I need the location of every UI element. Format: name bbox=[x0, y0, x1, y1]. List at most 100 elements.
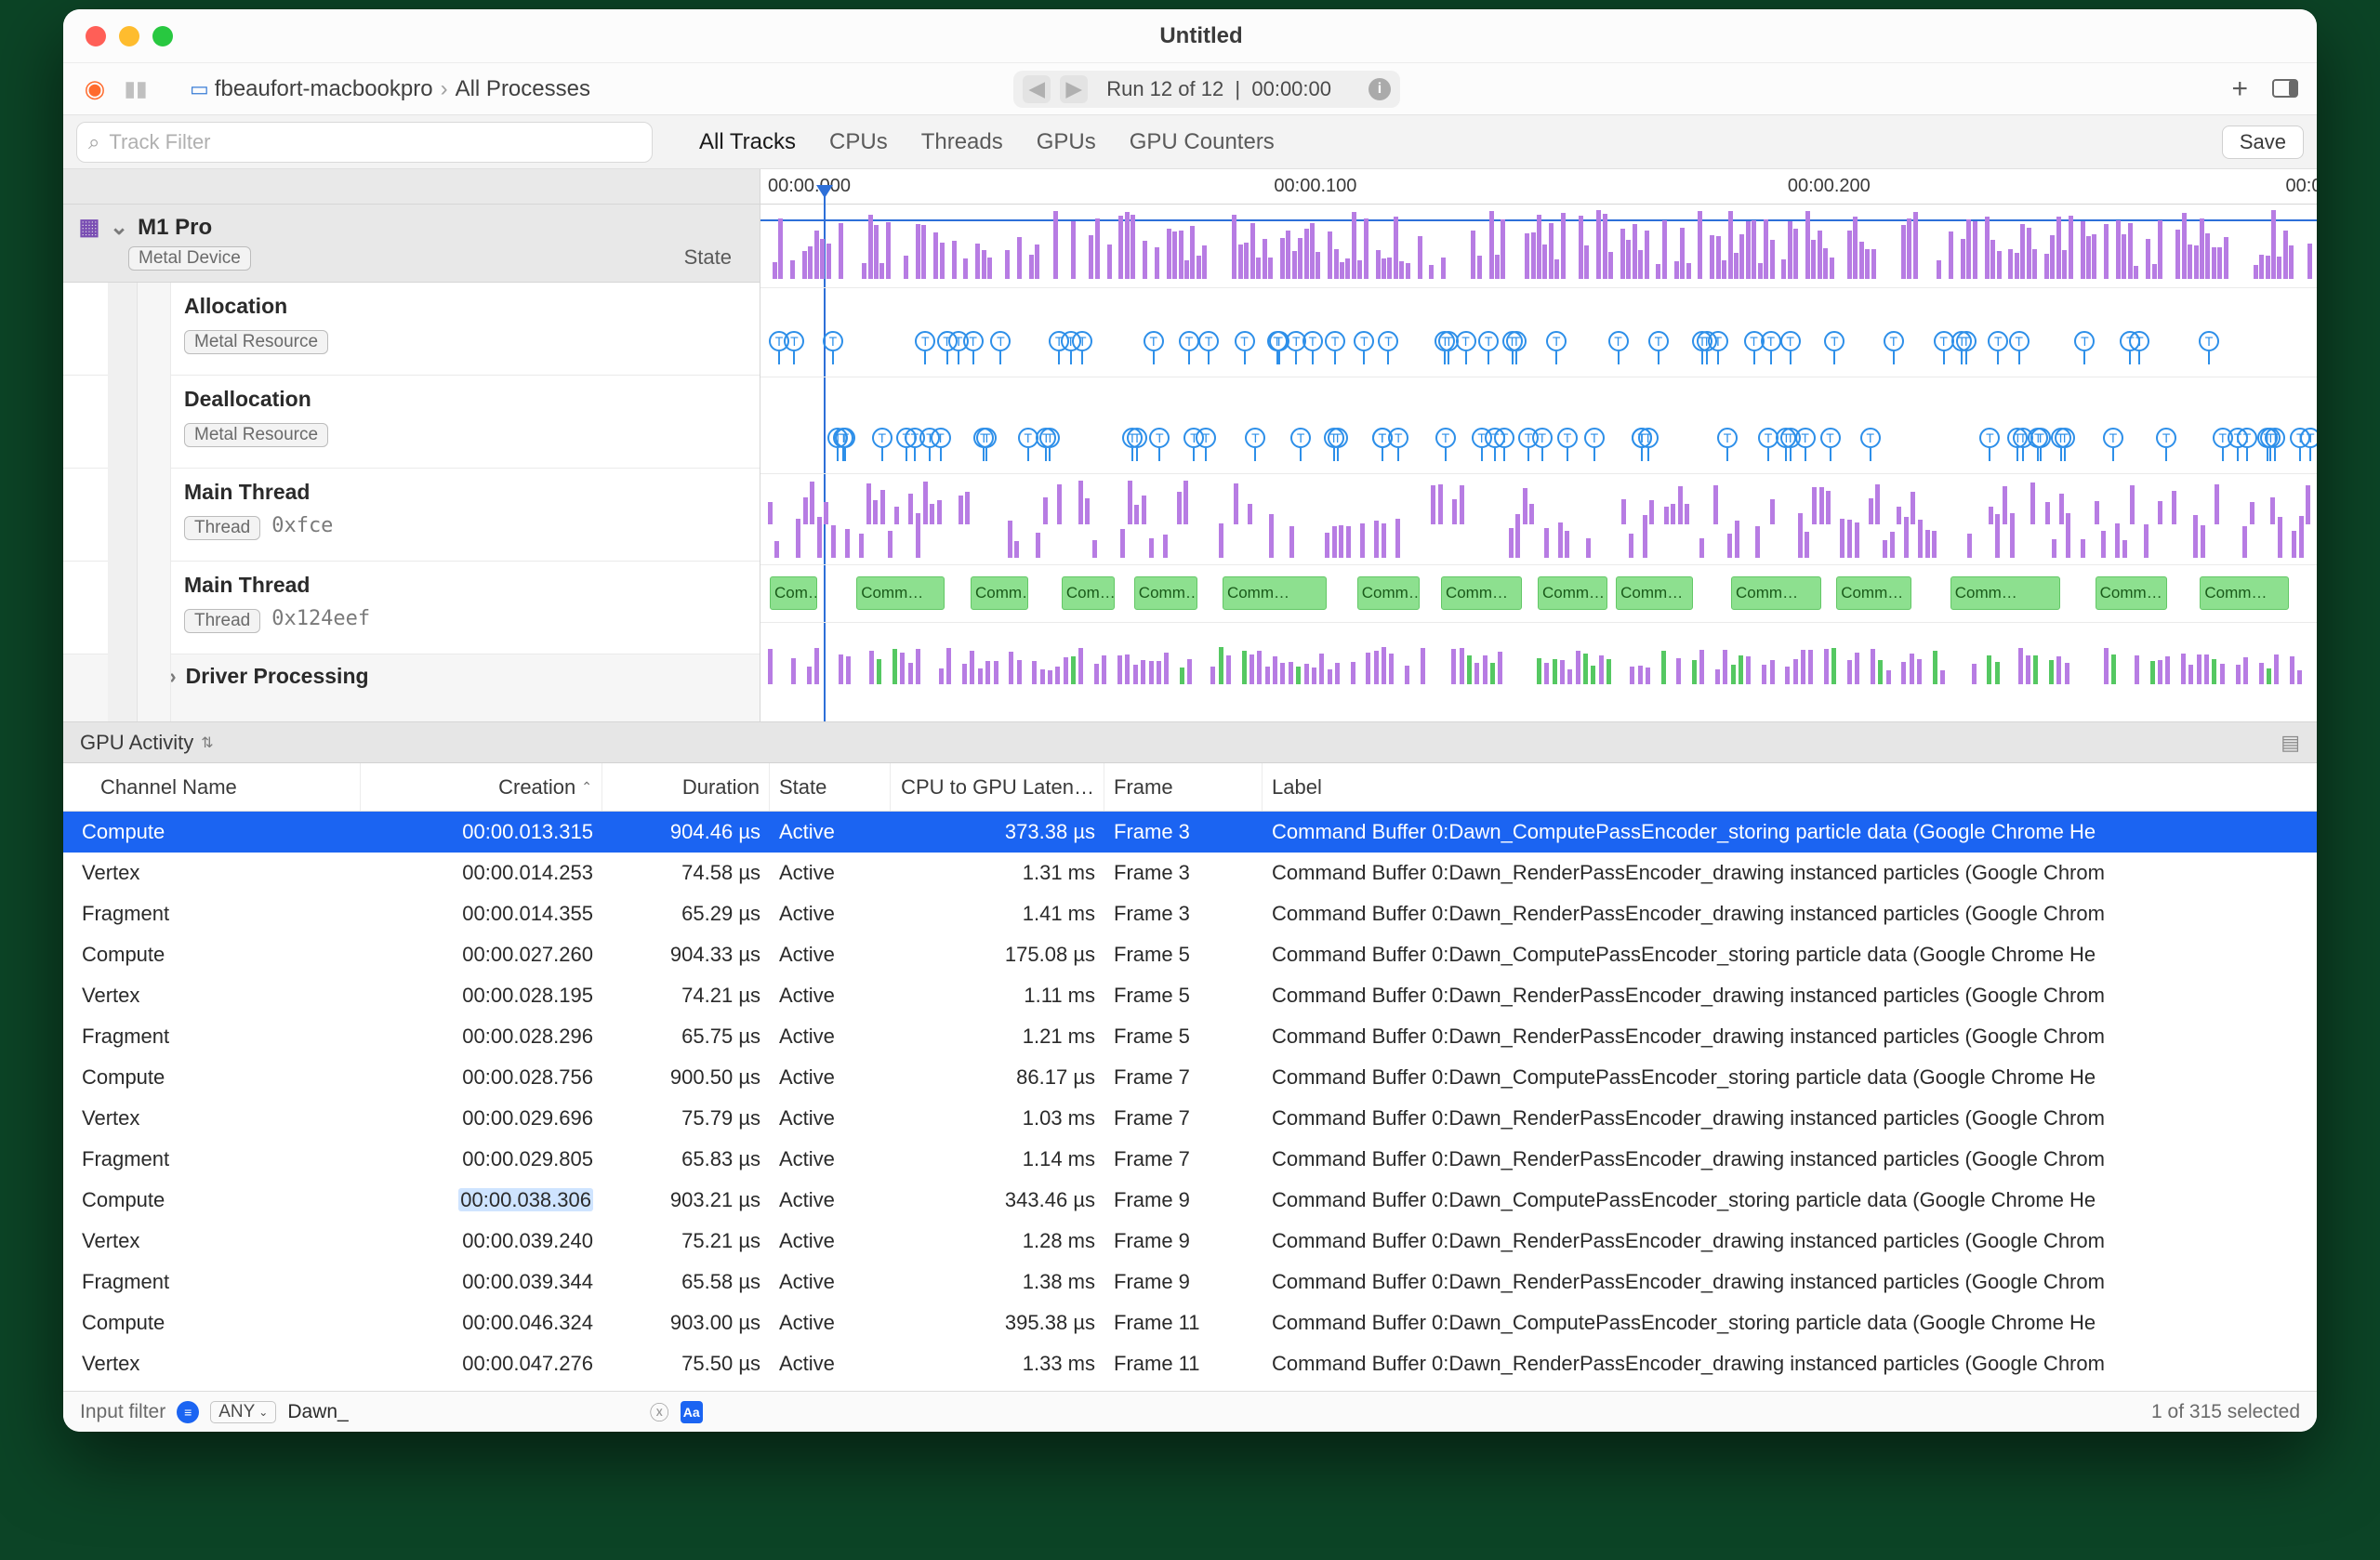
table-row[interactable]: Fragment00:00.029.80565.83 µsActive1.14 … bbox=[63, 1139, 2317, 1180]
event-pin[interactable]: T bbox=[1018, 428, 1038, 448]
command-block[interactable]: Comm… bbox=[1950, 576, 2060, 610]
table-row[interactable]: Compute00:00.027.260904.33 µsActive175.0… bbox=[63, 934, 2317, 975]
event-pin[interactable]: T bbox=[1979, 428, 2000, 448]
event-pin[interactable]: T bbox=[1122, 428, 1143, 448]
event-pin[interactable]: T bbox=[784, 331, 804, 351]
case-toggle[interactable]: Aa bbox=[681, 1401, 703, 1423]
tab-gpus[interactable]: GPUs bbox=[1037, 129, 1096, 155]
event-pin[interactable]: T bbox=[823, 331, 843, 351]
command-block[interactable]: Comm… bbox=[1134, 576, 1198, 610]
zoom-button[interactable] bbox=[152, 26, 173, 46]
event-pin[interactable]: T bbox=[1235, 331, 1255, 351]
table-row[interactable]: Vertex00:00.047.27675.50 µsActive1.33 ms… bbox=[63, 1343, 2317, 1384]
event-pin[interactable]: T bbox=[1761, 331, 1781, 351]
event-pin[interactable]: T bbox=[1290, 428, 1311, 448]
event-pin[interactable]: T bbox=[2009, 331, 2030, 351]
next-run-button[interactable]: ▶ bbox=[1060, 75, 1088, 103]
save-button[interactable]: Save bbox=[2222, 126, 2304, 159]
event-pin[interactable]: T bbox=[1820, 428, 1841, 448]
event-pin[interactable]: T bbox=[990, 331, 1011, 351]
table-row[interactable]: Compute00:00.038.306903.21 µsActive343.4… bbox=[63, 1180, 2317, 1221]
event-pin[interactable]: T bbox=[1648, 331, 1669, 351]
event-pin[interactable]: T bbox=[2074, 331, 2095, 351]
table-row[interactable]: Fragment00:00.014.35565.29 µsActive1.41 … bbox=[63, 893, 2317, 934]
minimize-button[interactable] bbox=[119, 26, 139, 46]
event-pin[interactable]: T bbox=[1506, 331, 1527, 351]
event-pin[interactable]: T bbox=[1388, 428, 1408, 448]
th-duration[interactable]: Duration bbox=[602, 763, 770, 811]
filter-chip-icon[interactable]: ≡ bbox=[177, 1401, 199, 1423]
event-pin[interactable]: T bbox=[1354, 331, 1374, 351]
event-pin[interactable]: T bbox=[1584, 428, 1605, 448]
event-pin[interactable]: T bbox=[1518, 428, 1539, 448]
command-block[interactable]: Comm… bbox=[2200, 576, 2289, 610]
th-frame[interactable]: Frame bbox=[1104, 763, 1263, 811]
event-pin[interactable]: T bbox=[1795, 428, 1816, 448]
th-label[interactable]: Label bbox=[1263, 763, 2307, 811]
table-row[interactable]: Vertex00:00.014.25374.58 µsActive1.31 ms… bbox=[63, 853, 2317, 893]
table-row[interactable]: Fragment00:00.028.29665.75 µsActive1.21 … bbox=[63, 1016, 2317, 1057]
event-pin[interactable]: T bbox=[1824, 331, 1844, 351]
table-row[interactable]: Vertex00:00.028.19574.21 µsActive1.11 ms… bbox=[63, 975, 2317, 1016]
command-block[interactable]: Comm… bbox=[1836, 576, 1911, 610]
command-block[interactable]: Comm… bbox=[1357, 576, 1420, 610]
command-block[interactable]: Com… bbox=[1062, 576, 1115, 610]
event-pin[interactable]: T bbox=[1325, 331, 1345, 351]
command-block[interactable]: Comm… bbox=[856, 576, 945, 610]
command-block[interactable]: Comm… bbox=[1616, 576, 1693, 610]
event-pin[interactable]: T bbox=[1245, 428, 1265, 448]
event-pin[interactable]: T bbox=[1988, 331, 2008, 351]
timeline-canvas[interactable]: 00:00.000 00:00.100 00:00.200 00:00.300 … bbox=[760, 169, 2317, 721]
event-pin[interactable]: T bbox=[1860, 428, 1881, 448]
event-pin[interactable]: T bbox=[963, 331, 984, 351]
event-pin[interactable]: T bbox=[1144, 331, 1164, 351]
table-row[interactable]: Vertex00:00.029.69675.79 µsActive1.03 ms… bbox=[63, 1098, 2317, 1139]
event-pin[interactable]: T bbox=[2156, 428, 2176, 448]
device-header[interactable]: ▦ ⌄ M1 Pro Metal Device State bbox=[63, 205, 760, 283]
event-pin[interactable]: T bbox=[1061, 331, 1081, 351]
command-block[interactable]: Comm… bbox=[971, 576, 1028, 610]
event-pin[interactable]: T bbox=[1302, 331, 1323, 351]
toggle-sidepanel-button[interactable] bbox=[2272, 73, 2298, 105]
event-pin[interactable]: T bbox=[1884, 331, 1904, 351]
event-pin[interactable]: T bbox=[1780, 331, 1801, 351]
th-latency[interactable]: CPU to GPU Laten… bbox=[891, 763, 1104, 811]
event-pin[interactable]: T bbox=[1557, 428, 1578, 448]
target-breadcrumb[interactable]: ▭ fbeaufort-macbookpro › All Processes bbox=[190, 76, 590, 102]
pause-button[interactable]: ▮▮ bbox=[123, 76, 149, 102]
command-block[interactable]: Comm… bbox=[1223, 576, 1327, 610]
event-pin[interactable]: T bbox=[1378, 331, 1398, 351]
filter-mode[interactable]: ANY⌄ bbox=[210, 1401, 276, 1423]
detail-panel-toggle-icon[interactable]: ▤ bbox=[2281, 731, 2300, 755]
event-pin[interactable]: T bbox=[1435, 428, 1456, 448]
th-channel[interactable]: Channel Name bbox=[73, 763, 361, 811]
event-pin[interactable]: T bbox=[896, 428, 917, 448]
time-ruler[interactable]: 00:00.000 00:00.100 00:00.200 00:00.300 bbox=[760, 169, 2317, 205]
filter-token[interactable]: Dawn_ bbox=[287, 1401, 348, 1423]
command-block[interactable]: Comm… bbox=[2096, 576, 2167, 610]
command-block[interactable]: Comm… bbox=[1538, 576, 1607, 610]
tab-all-tracks[interactable]: All Tracks bbox=[699, 129, 796, 155]
event-pin[interactable]: T bbox=[937, 331, 958, 351]
record-button[interactable]: ◉ bbox=[82, 76, 108, 102]
event-pin[interactable]: T bbox=[827, 428, 848, 448]
tab-threads[interactable]: Threads bbox=[921, 129, 1003, 155]
table-row[interactable]: Compute00:00.046.324903.00 µsActive395.3… bbox=[63, 1302, 2317, 1343]
th-creation[interactable]: Creation⌃ bbox=[361, 763, 602, 811]
event-pin[interactable]: T bbox=[1198, 331, 1219, 351]
prev-run-button[interactable]: ◀ bbox=[1023, 75, 1051, 103]
clear-filter-button[interactable]: ⓧ bbox=[650, 1398, 669, 1426]
event-pin[interactable]: T bbox=[2103, 428, 2123, 448]
th-state[interactable]: State bbox=[770, 763, 891, 811]
event-pin[interactable]: T bbox=[2199, 331, 2219, 351]
event-pin[interactable]: T bbox=[1708, 331, 1728, 351]
event-pin[interactable]: T bbox=[1546, 331, 1567, 351]
command-block[interactable]: Com… bbox=[770, 576, 817, 610]
event-pin[interactable]: T bbox=[1179, 331, 1199, 351]
info-icon[interactable]: i bbox=[1368, 78, 1391, 100]
tab-gpu-counters[interactable]: GPU Counters bbox=[1130, 129, 1275, 155]
event-pin[interactable]: T bbox=[2228, 428, 2248, 448]
event-pin[interactable]: T bbox=[915, 331, 935, 351]
table-row[interactable]: Vertex00:00.039.24075.21 µsActive1.28 ms… bbox=[63, 1221, 2317, 1262]
table-row[interactable]: Compute00:00.013.315904.46 µsActive373.3… bbox=[63, 812, 2317, 853]
